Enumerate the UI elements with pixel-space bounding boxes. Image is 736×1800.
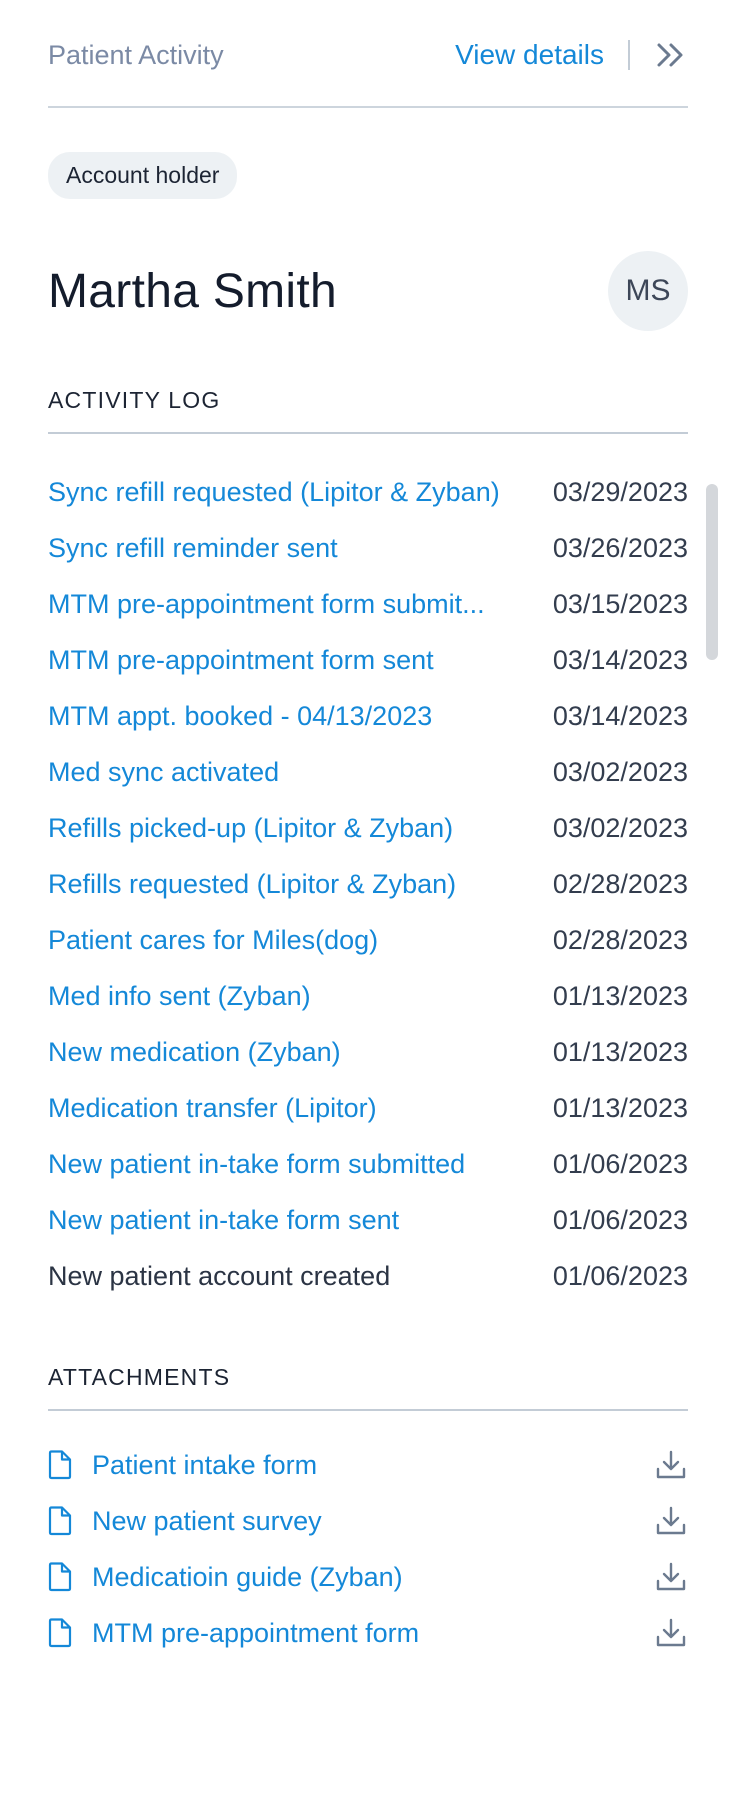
activity-log-text: New patient account created bbox=[48, 1260, 391, 1291]
activity-log-link[interactable]: Medication transfer (Lipitor) bbox=[48, 1093, 377, 1124]
activity-log-date: 03/14/2023 bbox=[552, 644, 688, 675]
attachment-link[interactable]: MTM pre-appointment form bbox=[92, 1618, 654, 1649]
activity-log-link[interactable]: New medication (Zyban) bbox=[48, 1037, 341, 1068]
activity-log-link[interactable]: New patient in-take form sent bbox=[48, 1205, 399, 1236]
download-icon[interactable] bbox=[654, 1504, 688, 1538]
activity-log-link[interactable]: New patient in-take form submitted bbox=[48, 1149, 465, 1180]
patient-name-row: Martha Smith MS bbox=[48, 251, 688, 331]
activity-log-row: Patient cares for Miles(dog) 02/28/2023 bbox=[48, 912, 688, 968]
activity-log-row: MTM appt. booked - 04/13/2023 03/14/2023 bbox=[48, 688, 688, 744]
activity-log-link[interactable]: Sync refill requested (Lipitor & Zyban) bbox=[48, 477, 500, 508]
attachment-item: Medicatioin guide (Zyban) bbox=[48, 1549, 688, 1605]
activity-log-link[interactable]: Refills picked-up (Lipitor & Zyban) bbox=[48, 813, 453, 844]
activity-log-link[interactable]: Refills requested (Lipitor & Zyban) bbox=[48, 869, 456, 900]
attachment-item: New patient survey bbox=[48, 1493, 688, 1549]
activity-log-date: 03/26/2023 bbox=[552, 532, 688, 563]
activity-log-date: 03/14/2023 bbox=[552, 700, 688, 731]
activity-log-row: MTM pre-appointment form sent 03/14/2023 bbox=[48, 632, 688, 688]
patient-activity-panel: Patient Activity View details Account ho… bbox=[0, 0, 736, 1800]
activity-log-date: 01/13/2023 bbox=[552, 1092, 688, 1123]
attachments-section: ATTACHMENTS Patient intake form New pati… bbox=[48, 1364, 688, 1661]
activity-log-date: 03/15/2023 bbox=[552, 588, 688, 619]
activity-log-date: 01/13/2023 bbox=[552, 980, 688, 1011]
account-holder-badge: Account holder bbox=[48, 152, 238, 199]
activity-log-section: ACTIVITY LOG Sync refill requested (Lipi… bbox=[48, 387, 688, 1304]
activity-log-date: 01/06/2023 bbox=[552, 1204, 688, 1235]
activity-log-row: Medication transfer (Lipitor) 01/13/2023 bbox=[48, 1080, 688, 1136]
attachment-item: Patient intake form bbox=[48, 1437, 688, 1493]
panel-header: Patient Activity View details bbox=[48, 0, 688, 108]
attachment-link[interactable]: Patient intake form bbox=[92, 1450, 654, 1481]
activity-log-link[interactable]: MTM appt. booked - 04/13/2023 bbox=[48, 701, 432, 732]
activity-log-row: New patient in-take form sent 01/06/2023 bbox=[48, 1192, 688, 1248]
download-icon[interactable] bbox=[654, 1448, 688, 1482]
attachments-list: Patient intake form New patient survey M… bbox=[48, 1437, 688, 1661]
activity-log-row: Refills picked-up (Lipitor & Zyban) 03/02… bbox=[48, 800, 688, 856]
attachment-item: MTM pre-appointment form bbox=[48, 1605, 688, 1661]
activity-log-title: ACTIVITY LOG bbox=[48, 387, 688, 434]
activity-log-date: 01/06/2023 bbox=[552, 1148, 688, 1179]
download-icon[interactable] bbox=[654, 1560, 688, 1594]
activity-log-row: Sync refill requested (Lipitor & Zyban) 0… bbox=[48, 464, 688, 520]
document-icon bbox=[48, 1450, 76, 1480]
document-icon bbox=[48, 1506, 76, 1536]
activity-log-row: Med sync activated 03/02/2023 bbox=[48, 744, 688, 800]
activity-log-date: 03/02/2023 bbox=[552, 756, 688, 787]
avatar: MS bbox=[608, 251, 688, 331]
activity-log-link[interactable]: Med sync activated bbox=[48, 757, 279, 788]
double-chevron-right-icon[interactable] bbox=[654, 38, 688, 72]
view-details-link[interactable]: View details bbox=[455, 39, 604, 71]
download-icon[interactable] bbox=[654, 1616, 688, 1650]
activity-log-date: 03/02/2023 bbox=[552, 812, 688, 843]
activity-log-row: New medication (Zyban) 01/13/2023 bbox=[48, 1024, 688, 1080]
document-icon bbox=[48, 1618, 76, 1648]
activity-log-date: 01/06/2023 bbox=[552, 1260, 688, 1291]
activity-log-row: Sync refill reminder sent 03/26/2023 bbox=[48, 520, 688, 576]
activity-log-link[interactable]: MTM pre-appointment form submit... bbox=[48, 589, 485, 620]
attachment-link[interactable]: New patient survey bbox=[92, 1506, 654, 1537]
activity-log-link[interactable]: Sync refill reminder sent bbox=[48, 533, 338, 564]
attachments-title: ATTACHMENTS bbox=[48, 1364, 688, 1411]
activity-log-date: 02/28/2023 bbox=[552, 868, 688, 899]
activity-log-row: Refills requested (Lipitor & Zyban) 02/28… bbox=[48, 856, 688, 912]
activity-log-date: 02/28/2023 bbox=[552, 924, 688, 955]
activity-log-list: Sync refill requested (Lipitor & Zyban) 0… bbox=[48, 464, 688, 1304]
activity-log-link[interactable]: MTM pre-appointment form sent bbox=[48, 645, 434, 676]
activity-log-date: 01/13/2023 bbox=[552, 1036, 688, 1067]
activity-log-date: 03/29/2023 bbox=[552, 476, 688, 507]
activity-log-link[interactable]: Patient cares for Miles(dog) bbox=[48, 925, 378, 956]
patient-name: Martha Smith bbox=[48, 264, 338, 318]
panel-title: Patient Activity bbox=[48, 39, 224, 70]
activity-log-row: New patient account created 01/06/2023 bbox=[48, 1248, 688, 1304]
activity-log-link[interactable]: Med info sent (Zyban) bbox=[48, 981, 311, 1012]
activity-log-row: Med info sent (Zyban) 01/13/2023 bbox=[48, 968, 688, 1024]
activity-log-row: MTM pre-appointment form submit... 03/15/… bbox=[48, 576, 688, 632]
activity-log-row: New patient in-take form submitted 01/06/… bbox=[48, 1136, 688, 1192]
attachment-link[interactable]: Medicatioin guide (Zyban) bbox=[92, 1562, 654, 1593]
header-divider bbox=[628, 40, 630, 70]
document-icon bbox=[48, 1562, 76, 1592]
activity-log-scrollbar[interactable] bbox=[706, 484, 718, 660]
